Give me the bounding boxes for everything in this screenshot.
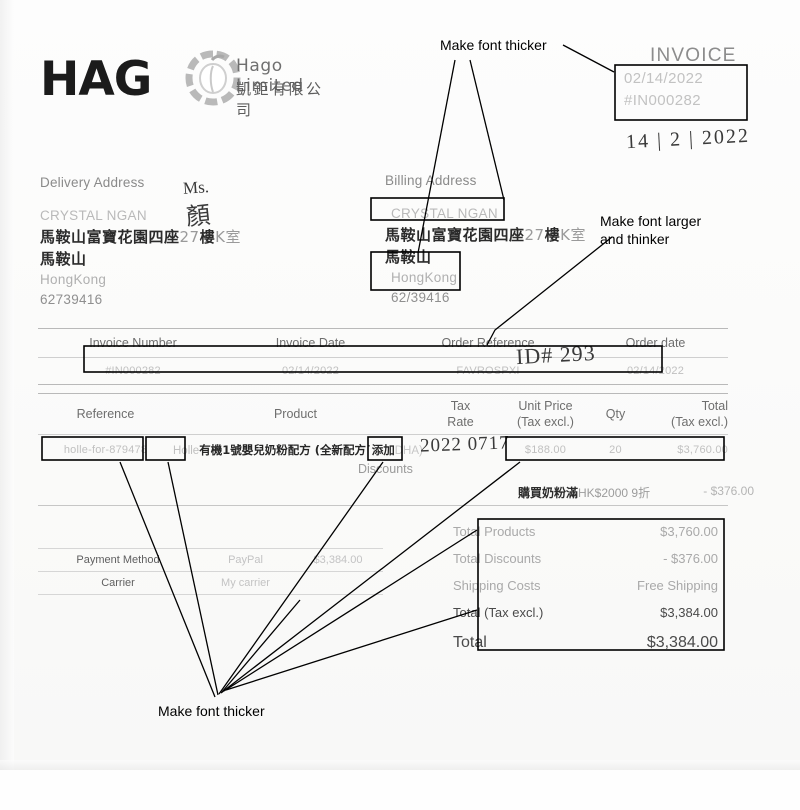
- val-invoice-date: 02/14/2022: [281, 365, 340, 377]
- total-discounts-value: - $376.00: [663, 551, 718, 566]
- scan-edge-left: [0, 0, 14, 770]
- delivery-address-phone: 62739416: [40, 292, 103, 307]
- col-product-header: Product: [273, 407, 318, 421]
- invoice-info-header-row: Invoice Number Invoice Date Order Refere…: [38, 329, 728, 357]
- scan-edge-bottom: [0, 760, 800, 770]
- invoice-title: INVOICE: [650, 45, 737, 66]
- grand-total-value: $3,384.00: [646, 634, 718, 651]
- col-total-header: Total (Tax excl.): [671, 399, 728, 429]
- product-table-header-row: Reference Product Tax Rate Unit Price (Tax…: [38, 394, 728, 434]
- payment-method-amount: $3,384.00: [313, 554, 363, 566]
- payment-method-label: Payment Method: [76, 554, 160, 566]
- invoice-header-number: #IN000282: [624, 92, 701, 109]
- annotation-note-top: Make font thicker: [440, 37, 547, 53]
- payment-method-row: Payment Method PayPal $3,384.00: [38, 548, 383, 571]
- total-tax-excl-label: Total (Tax excl.): [453, 605, 544, 620]
- invoice-page: HAG Hago Limited 凱鉅有限公司 INVOICE 02/14/20…: [0, 0, 800, 810]
- col-qty-header: Qty: [605, 407, 626, 421]
- billing-address-phone: 62/39416: [391, 290, 450, 305]
- total-products-value: $3,760.00: [660, 524, 718, 539]
- cell-product: Holle有機1號嬰兒奶粉配方 (全新配方˙添加DHA): [173, 443, 423, 457]
- val-invoice-number: #IN000282: [105, 365, 161, 377]
- logo-company-cn: 凱鉅有限公司: [236, 80, 324, 119]
- grand-total-label: Total: [453, 634, 487, 651]
- shipping-costs-value: Free Shipping: [637, 578, 718, 593]
- product-table: Reference Product Tax Rate Unit Price (Tax…: [38, 393, 728, 465]
- shipping-costs-label: Shipping Costs: [453, 578, 541, 593]
- company-logo: HAG Hago Limited 凱鉅有限公司: [40, 50, 340, 119]
- discount-rule-bottom: [38, 505, 728, 506]
- discounts-label: Discounts: [358, 462, 413, 476]
- total-discounts-label: Total Discounts: [453, 551, 542, 566]
- total-discounts-row: Total Discounts - $376.00: [443, 545, 728, 572]
- col-unit-price-header: Unit Price (Tax excl.): [517, 399, 574, 429]
- cell-unit-price: $188.00: [524, 444, 567, 456]
- cell-reference: holle-for-879478: [63, 444, 148, 456]
- carrier-value: My carrier: [221, 577, 270, 589]
- val-order-date: 02/14/2022: [626, 365, 685, 377]
- col-invoice-date-header: Invoice Date: [275, 336, 346, 350]
- carrier-label: Carrier: [101, 577, 135, 589]
- total-products-label: Total Products: [453, 524, 536, 539]
- hand-surname: 顏: [184, 200, 212, 232]
- totals-panel: Total Products $3,760.00 Total Discounts…: [443, 518, 728, 660]
- invoice-header-date: 02/14/2022: [624, 70, 704, 87]
- hago-peach-logo-icon: [185, 50, 241, 106]
- table-row: holle-for-879478 Holle有機1號嬰兒奶粉配方 (全新配方˙添…: [38, 435, 728, 465]
- table-rule-bottom: [38, 384, 728, 385]
- billing-address-heading: Billing Address: [385, 173, 477, 188]
- cell-qty: 20: [609, 444, 622, 456]
- discount-amount: - $376.00: [703, 484, 754, 498]
- delivery-address-line2: 馬鞍山: [40, 250, 87, 268]
- annotation-note-right: Make font larger and thinker: [600, 213, 702, 247]
- invoice-info-table: Invoice Number Invoice Date Order Refere…: [38, 328, 728, 385]
- discount-description: 購買奶粉滿HK$2000 9折: [518, 486, 651, 500]
- hand-product-date: 2022 0717: [419, 432, 511, 457]
- shipping-costs-row: Shipping Costs Free Shipping: [443, 572, 728, 599]
- delivery-address-country: HongKong: [40, 272, 107, 287]
- payment-table: Payment Method PayPal $3,384.00 Carrier …: [38, 548, 383, 595]
- payment-method-value: PayPal: [228, 554, 263, 566]
- billing-address-line2: 馬鞍山: [385, 248, 432, 266]
- col-invoice-number-header: Invoice Number: [89, 336, 177, 350]
- carrier-row: Carrier My carrier: [38, 571, 383, 595]
- logo-wordmark: HAG: [40, 52, 152, 107]
- total-products-row: Total Products $3,760.00: [443, 518, 728, 545]
- cell-total: $3,760.00: [677, 444, 728, 456]
- annotation-note-bottom: Make font thicker: [158, 703, 265, 719]
- col-order-date-header: Order date: [625, 336, 686, 350]
- invoice-meta: 02/14/2022 #IN000282: [616, 68, 746, 112]
- hand-order-id: ID# 293: [515, 339, 597, 370]
- billing-address-country: HongKong: [391, 270, 458, 285]
- invoice-info-value-row: #IN000282 02/14/2022 FAVROSPXI 02/14/202…: [38, 358, 728, 384]
- total-tax-excl-value: $3,384.00: [660, 605, 718, 620]
- col-reference-header: Reference: [76, 407, 135, 421]
- total-tax-excl-row: Total (Tax excl.) $3,384.00: [443, 599, 728, 626]
- col-tax-rate-header: Tax Rate: [447, 399, 474, 429]
- grand-total-row: Total $3,384.00: [443, 626, 728, 660]
